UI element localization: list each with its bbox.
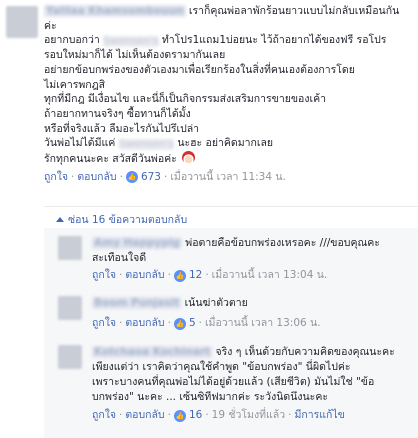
main-comment: Yalilaa Khamsombouun เราก็คุณพ่อลาพักร้อ… [44, 4, 412, 184]
reply-text: เน้นฆ่าตัวตาย [184, 297, 248, 309]
redacted-brand: Swensen's [103, 35, 159, 48]
main-comment-line-10: วันพ่อไม่ได้มีแค่ Swensen's นะฮะ อย่าคิด… [44, 137, 274, 151]
redacted-brand: Swensen's [118, 138, 174, 151]
reply-link[interactable]: ตอบกลับ [77, 170, 116, 185]
main-comment-line-5: อย่ายกข้อบกพร่องของตัวเองมาเพื่อเรียกร้อ… [44, 63, 355, 76]
caret-up-icon [56, 216, 64, 222]
reply-text: บกพร่อง" นะคะ ... เซ้นซิทีฟมากค่ะ ระวังน… [92, 391, 328, 403]
reply-text: พ่อตายคือข้อบกพร่องเหรอคะ ///ขอบคุณคะ [185, 237, 380, 249]
main-comment-line-3: อยากบอกว่า Swensen's ทำโปร1แถม1บ่อยนะ ไว… [44, 34, 387, 48]
main-comment-line-1: Yalilaa Khamsombouun เราก็คุณพ่อลาพักร้อ… [44, 5, 400, 17]
reply-comment: Boom Punjasit เน้นฆ่าตัวตาย ถูกใจ · ตอบก… [92, 296, 414, 331]
reply-author[interactable]: Boom Punjasit [92, 297, 182, 309]
commenter-name[interactable]: Yalilaa Khamsombouun [44, 5, 186, 17]
thumbs-up-icon: 👍 [173, 409, 186, 422]
main-comment-line-2: ค่ะ [44, 19, 57, 32]
commenter-avatar[interactable] [6, 6, 38, 38]
reply-text: จริง ๆ เห็นด้วยกับความคิดของคุณนะคะ [215, 346, 395, 358]
thumbs-up-icon: 👍 [125, 171, 138, 184]
hide-replies-label: ซ่อน 16 ข้อความตอบกลับ [68, 214, 188, 226]
main-comment-line-9: หรือที่จริงแล้ว ลืมอะไรกันไปรึเปล่า [44, 122, 200, 135]
comment-timestamp[interactable]: เมื่อวานนี้ เวลา 11:34 น. [170, 170, 286, 185]
reply-comment: Kotchaoa Kochinart จริง ๆ เห็นด้วยกับควา… [92, 345, 414, 423]
edited-indicator[interactable]: มีการแก้ไข [294, 408, 344, 423]
reply-avatar[interactable] [58, 345, 82, 369]
reply-meta: ถูกใจ · ตอบกลับ · 👍 5 · เมื่อวานนี้ เวลา… [92, 316, 321, 331]
reply-avatar[interactable] [58, 296, 82, 320]
reply-timestamp[interactable]: เมื่อวานนี้ เวลา 13:06 น. [205, 316, 321, 331]
reply-avatar[interactable] [58, 236, 82, 260]
like-count[interactable]: 12 [189, 268, 202, 283]
like-count[interactable]: 16 [189, 408, 202, 423]
main-comment-line-8: ถ้าอยากทานจริงๆ ซื้อทานก็ได้มั้ง [44, 107, 191, 120]
main-comment-line-4: รอบใหม่มาก็ได้ ไม่เห็นต้องดรามากันเลย [44, 49, 226, 62]
main-comment-meta: ถูกใจ · ตอบกลับ · 👍 673 · เมื่อวานนี้ เว… [44, 170, 286, 185]
main-comment-line-7: ทุกที่มีกฎ มีเงื่อนไข และนี่ก็เป็นกิจกรร… [44, 93, 326, 106]
like-count[interactable]: 673 [141, 170, 161, 185]
like-link[interactable]: ถูกใจ [92, 408, 116, 423]
like-link[interactable]: ถูกใจ [44, 170, 68, 185]
reply-link[interactable]: ตอบกลับ [125, 408, 164, 423]
reply-text: เพียงแต่ว่า เราคิดว่าคุณใช้คำพูด "ข้อบกพ… [92, 361, 351, 373]
like-link[interactable]: ถูกใจ [92, 268, 116, 283]
reply-timestamp[interactable]: เมื่อวานนี้ เวลา 13:04 น. [212, 268, 328, 283]
hide-replies-toggle[interactable]: ซ่อน 16 ข้อความตอบกลับ [56, 211, 187, 228]
like-link[interactable]: ถูกใจ [92, 316, 116, 331]
divider [44, 206, 418, 207]
santa-emoji-icon [182, 151, 196, 165]
thumbs-up-icon: 👍 [173, 317, 186, 330]
reply-meta: ถูกใจ · ตอบกลับ · 👍 12 · เมื่อวานนี้ เวล… [92, 268, 328, 283]
reply-link[interactable]: ตอบกลับ [125, 268, 164, 283]
reply-text: สะเทือนใจดี [92, 252, 147, 264]
reply-timestamp[interactable]: 19 ชั่วโมงที่แล้ว [212, 408, 285, 423]
reply-author[interactable]: Kotchaoa Kochinart [92, 346, 213, 358]
like-count[interactable]: 5 [189, 316, 196, 331]
reply-comment: Amy Happypig พ่อตายคือข้อบกพร่องเหรอคะ /… [92, 236, 414, 283]
main-comment-line-11: รักทุกคนนะคะ สวัสดีวันพ่อค่ะ [44, 151, 412, 167]
reply-link[interactable]: ตอบกลับ [125, 316, 164, 331]
reply-text: เพราะบางคนที่คุณพ่อไม่ได้อยู่ด้วยแล้ว (เ… [92, 376, 375, 388]
reply-meta: ถูกใจ · ตอบกลับ · 👍 16 · 19 ชั่วโมงที่แล… [92, 408, 345, 423]
main-comment-line-6: ไม่เคารพกฎสิ [44, 78, 106, 91]
thumbs-up-icon: 👍 [173, 269, 186, 282]
reply-author[interactable]: Amy Happypig [92, 237, 182, 249]
